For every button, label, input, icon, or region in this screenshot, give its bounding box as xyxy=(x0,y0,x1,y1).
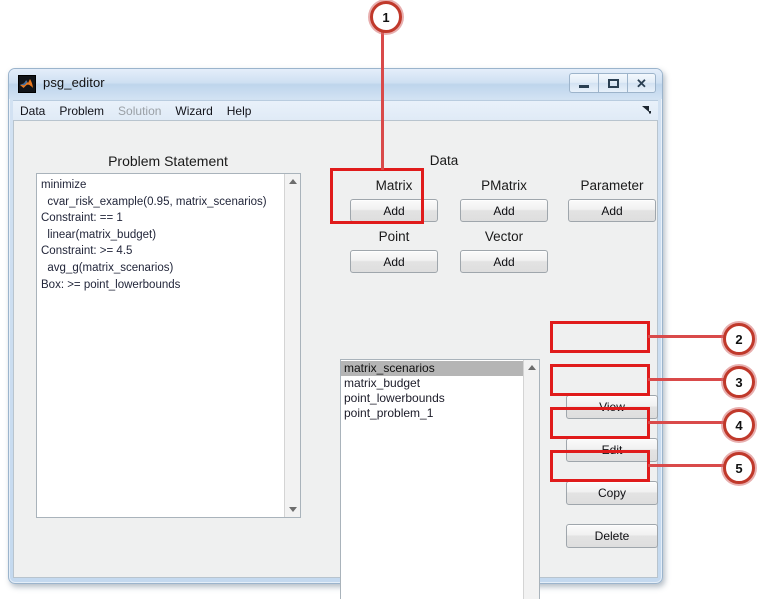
menu-item-problem[interactable]: Problem xyxy=(52,102,111,120)
psg-editor-window: psg_editor ✕ Data Problem Solution Wizar… xyxy=(8,68,663,599)
parameter-add-button[interactable]: Add xyxy=(568,199,656,222)
menu-item-data[interactable]: Data xyxy=(13,102,52,120)
data-list-box[interactable]: matrix_scenarios matrix_budget point_low… xyxy=(340,359,540,599)
list-item[interactable]: point_problem_1 xyxy=(341,406,523,421)
point-label: Point xyxy=(378,229,410,244)
minimize-button[interactable] xyxy=(569,73,598,93)
menu-item-wizard[interactable]: Wizard xyxy=(168,102,219,120)
matlab-icon xyxy=(18,75,36,93)
data-list-scrollbar[interactable] xyxy=(523,360,539,599)
problem-statement-title: Problem Statement xyxy=(108,153,228,169)
callout-1: 1 xyxy=(370,1,402,33)
callout-4: 4 xyxy=(723,409,755,441)
scroll-up-icon[interactable] xyxy=(524,360,539,375)
pmatrix-add-button[interactable]: Add xyxy=(460,199,548,222)
callout-3: 3 xyxy=(723,366,755,398)
delete-button[interactable]: Delete xyxy=(566,524,658,548)
menu-overflow-arrow-icon[interactable] xyxy=(640,104,652,116)
problem-statement-text: minimize cvar_risk_example(0.95, matrix_… xyxy=(41,179,267,291)
maximize-button[interactable] xyxy=(598,73,627,93)
window-controls: ✕ xyxy=(569,73,656,93)
callout-2: 2 xyxy=(723,323,755,355)
view-button[interactable]: View xyxy=(566,395,658,419)
data-list-items: matrix_scenarios matrix_budget point_low… xyxy=(341,361,523,421)
vector-label: Vector xyxy=(484,229,524,244)
data-panel-title: Data xyxy=(429,153,459,168)
pmatrix-label: PMatrix xyxy=(481,178,527,193)
problem-statement-scrollbar[interactable] xyxy=(284,174,300,517)
parameter-label: Parameter xyxy=(580,178,644,193)
edit-button[interactable]: Edit xyxy=(566,438,658,462)
list-item[interactable]: matrix_budget xyxy=(341,376,523,391)
problem-statement-box[interactable]: minimize cvar_risk_example(0.95, matrix_… xyxy=(36,173,301,518)
window-title: psg_editor xyxy=(43,75,105,90)
copy-button[interactable]: Copy xyxy=(566,481,658,505)
screenshot-root: psg_editor ✕ Data Problem Solution Wizar… xyxy=(0,0,766,599)
maximize-icon xyxy=(607,78,619,88)
matrix-label: Matrix xyxy=(375,178,413,193)
scroll-down-icon[interactable] xyxy=(285,502,300,517)
callout-5: 5 xyxy=(723,452,755,484)
matrix-add-button[interactable]: Add xyxy=(350,199,438,222)
close-icon: ✕ xyxy=(636,75,647,91)
client-area: Problem Statement minimize cvar_risk_exa… xyxy=(13,120,658,599)
list-item[interactable]: point_lowerbounds xyxy=(341,391,523,406)
menu-item-solution: Solution xyxy=(118,104,162,118)
point-add-button[interactable]: Add xyxy=(350,250,438,273)
title-bar[interactable]: psg_editor ✕ xyxy=(9,69,662,99)
scroll-up-icon[interactable] xyxy=(285,174,300,189)
close-button[interactable]: ✕ xyxy=(627,73,656,93)
vector-add-button[interactable]: Add xyxy=(460,250,548,273)
menu-item-help[interactable]: Help xyxy=(220,102,259,120)
minimize-icon xyxy=(579,84,589,88)
menu-bar: Data Problem Solution Wizard Help xyxy=(13,100,658,121)
list-item[interactable]: matrix_scenarios xyxy=(341,361,523,376)
